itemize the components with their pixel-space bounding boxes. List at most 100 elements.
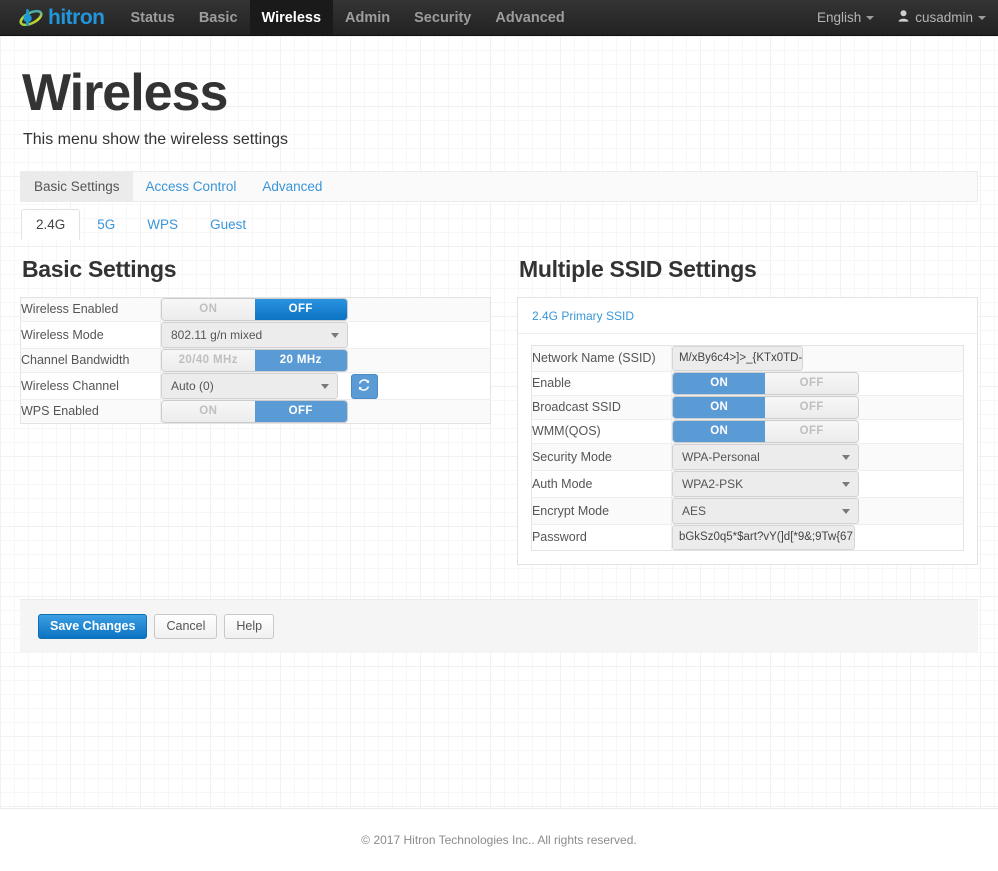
language-selector[interactable]: English bbox=[805, 0, 886, 35]
label-enable: Enable bbox=[531, 371, 672, 396]
network-name-input[interactable]: M/xBy6c4>]>_{KTx0TD-c( bbox=[671, 345, 803, 371]
label-broadcast-ssid: Broadcast SSID bbox=[531, 395, 672, 420]
refresh-icon bbox=[357, 378, 371, 395]
multiple-ssid-heading: Multiple SSID Settings bbox=[518, 255, 757, 282]
wireless-channel-select[interactable]: Auto (0) bbox=[161, 372, 338, 399]
broadcast-ssid-toggle[interactable]: ON OFF bbox=[671, 395, 859, 419]
table-row: WMM(QOS) ON OFF bbox=[531, 419, 964, 444]
label-encrypt-mode: Encrypt Mode bbox=[531, 497, 672, 525]
chevron-down-icon bbox=[978, 15, 986, 20]
table-row: Security Mode WPA-Personal bbox=[531, 443, 964, 471]
wireless-mode-select[interactable]: 802.11 g/n mixed bbox=[161, 321, 348, 348]
broadcast-ssid-on-option[interactable]: ON bbox=[672, 396, 766, 418]
wmm-qos-on-option[interactable]: ON bbox=[672, 420, 766, 442]
basic-settings-heading: Basic Settings bbox=[22, 255, 177, 282]
user-menu[interactable]: cusadmin bbox=[886, 0, 998, 35]
security-mode-select[interactable]: WPA-Personal bbox=[671, 443, 859, 470]
copyright-text: © 2017 Hitron Technologies Inc.. All rig… bbox=[361, 833, 637, 847]
security-mode-value: WPA-Personal bbox=[681, 449, 760, 464]
wmm-qos-off-option[interactable]: OFF bbox=[765, 420, 858, 442]
wireless-mode-value: 802.11 g/n mixed bbox=[171, 327, 263, 342]
user-name: cusadmin bbox=[915, 10, 973, 25]
channel-bandwidth-2040-option[interactable]: 20/40 MHz bbox=[162, 349, 255, 371]
chevron-down-icon bbox=[321, 383, 329, 389]
table-row: Wireless Channel Auto (0) bbox=[20, 372, 491, 400]
channel-bandwidth-20-option[interactable]: 20 MHz bbox=[254, 349, 347, 371]
tab-access-control[interactable]: Access Control bbox=[133, 172, 250, 201]
ssid-enable-off-option[interactable]: OFF bbox=[765, 372, 858, 394]
auth-mode-select[interactable]: WPA2-PSK bbox=[671, 470, 859, 497]
nav-item-security[interactable]: Security bbox=[402, 0, 483, 35]
page-title: Wireless bbox=[22, 64, 228, 122]
label-channel-bandwidth: Channel Bandwidth bbox=[20, 348, 161, 373]
chevron-down-icon bbox=[841, 481, 850, 487]
page-footer: © 2017 Hitron Technologies Inc.. All rig… bbox=[0, 808, 998, 871]
nav-item-basic[interactable]: Basic bbox=[187, 0, 250, 35]
tab-basic-settings[interactable]: Basic Settings bbox=[21, 171, 133, 201]
action-bar: Save Changes Cancel Help bbox=[20, 598, 978, 653]
language-label: English bbox=[816, 10, 862, 25]
label-wireless-enabled: Wireless Enabled bbox=[20, 297, 161, 322]
subtab-guest[interactable]: Guest bbox=[195, 209, 261, 240]
subtab-2-4g[interactable]: 2.4G bbox=[21, 208, 81, 240]
main-nav: Status Basic Wireless Admin Security Adv… bbox=[118, 0, 576, 35]
auth-mode-value: WPA2-PSK bbox=[681, 476, 744, 491]
encrypt-mode-value: AES bbox=[681, 503, 706, 518]
table-row: WPS Enabled ON OFF bbox=[20, 399, 491, 424]
primary-tab-bar: Basic Settings Access Control Advanced bbox=[20, 170, 978, 202]
brand-logo[interactable]: hitron bbox=[0, 0, 118, 35]
table-row: Enable ON OFF bbox=[531, 371, 964, 396]
wps-enabled-off-option[interactable]: OFF bbox=[254, 400, 347, 422]
table-row: Network Name (SSID) M/xBy6c4>]>_{KTx0TD-… bbox=[531, 345, 964, 372]
label-wireless-mode: Wireless Mode bbox=[20, 321, 161, 349]
ssid-enable-on-option[interactable]: ON bbox=[672, 372, 766, 394]
cancel-button[interactable]: Cancel bbox=[154, 613, 218, 639]
table-row: Channel Bandwidth 20/40 MHz 20 MHz bbox=[20, 348, 491, 373]
chevron-down-icon bbox=[331, 332, 339, 338]
main-container: Wireless This menu show the wireless set… bbox=[0, 66, 998, 653]
subtab-5g[interactable]: 5G bbox=[82, 209, 130, 240]
brand-name: hitron bbox=[48, 6, 105, 29]
refresh-channel-button[interactable] bbox=[350, 373, 378, 399]
label-auth-mode: Auth Mode bbox=[531, 470, 672, 498]
ssid-enable-toggle[interactable]: ON OFF bbox=[671, 371, 859, 395]
wmm-qos-toggle[interactable]: ON OFF bbox=[671, 419, 859, 443]
subtab-wps[interactable]: WPS bbox=[132, 209, 193, 240]
table-row: Wireless Mode 802.11 g/n mixed bbox=[20, 321, 491, 349]
ssid-group-title[interactable]: 2.4G Primary SSID bbox=[517, 298, 977, 334]
label-password: Password bbox=[531, 524, 672, 551]
nav-right-group: English cusadmin bbox=[805, 0, 998, 35]
encrypt-mode-select[interactable]: AES bbox=[671, 497, 859, 524]
nav-item-advanced[interactable]: Advanced bbox=[483, 0, 576, 35]
table-row: Wireless Enabled ON OFF bbox=[20, 297, 491, 322]
wireless-channel-value: Auto (0) bbox=[171, 378, 214, 393]
channel-bandwidth-toggle[interactable]: 20/40 MHz 20 MHz bbox=[161, 348, 348, 372]
wps-enabled-toggle[interactable]: ON OFF bbox=[161, 399, 348, 423]
save-changes-button[interactable]: Save Changes bbox=[38, 613, 148, 639]
password-input[interactable]: bGkSz0q5*$art?vY(]d[*9&;9Tw{67.R bbox=[671, 524, 855, 550]
ssid-group-card: 2.4G Primary SSID Network Name (SSID) M/… bbox=[516, 296, 978, 565]
table-row: Password bGkSz0q5*$art?vY(]d[*9&;9Tw{67.… bbox=[531, 524, 963, 551]
person-icon bbox=[898, 10, 909, 25]
nav-item-admin[interactable]: Admin bbox=[333, 0, 402, 35]
multiple-ssid-panel: Multiple SSID Settings 2.4G Primary SSID… bbox=[516, 255, 978, 565]
help-button[interactable]: Help bbox=[224, 613, 275, 639]
top-navbar: hitron Status Basic Wireless Admin Secur… bbox=[0, 0, 998, 36]
ssid-settings-table: Network Name (SSID) M/xBy6c4>]>_{KTx0TD-… bbox=[530, 344, 964, 551]
tab-advanced[interactable]: Advanced bbox=[249, 172, 335, 201]
wireless-enabled-on-option[interactable]: ON bbox=[162, 298, 255, 320]
label-network-name: Network Name (SSID) bbox=[531, 345, 672, 372]
label-security-mode: Security Mode bbox=[531, 443, 672, 471]
wireless-enabled-toggle[interactable]: ON OFF bbox=[161, 297, 348, 321]
label-wps-enabled: WPS Enabled bbox=[20, 399, 161, 424]
chevron-down-icon bbox=[841, 508, 850, 514]
wireless-enabled-off-option[interactable]: OFF bbox=[254, 298, 347, 320]
chevron-down-icon bbox=[866, 15, 875, 20]
nav-item-wireless[interactable]: Wireless bbox=[249, 0, 334, 35]
table-row: Auth Mode WPA2-PSK bbox=[531, 470, 964, 498]
broadcast-ssid-off-option[interactable]: OFF bbox=[765, 396, 858, 418]
wps-enabled-on-option[interactable]: ON bbox=[162, 400, 255, 422]
label-wireless-channel: Wireless Channel bbox=[20, 372, 161, 400]
nav-item-status[interactable]: Status bbox=[118, 0, 186, 35]
basic-settings-table: Wireless Enabled ON OFF Wireless Mode 80… bbox=[20, 296, 491, 424]
